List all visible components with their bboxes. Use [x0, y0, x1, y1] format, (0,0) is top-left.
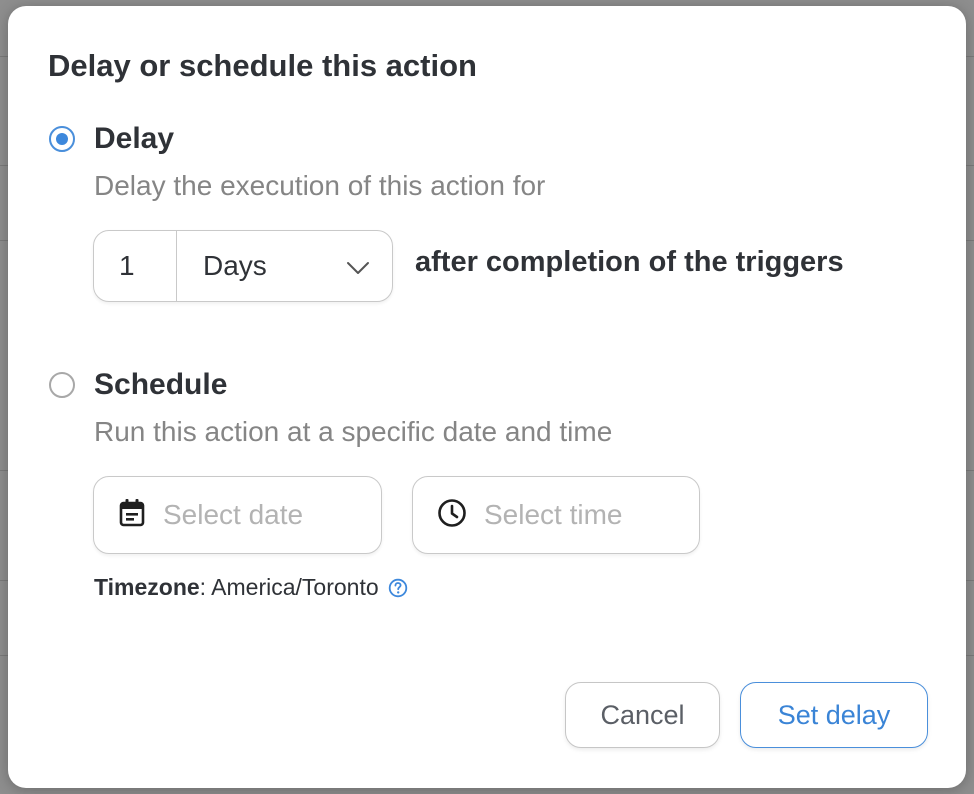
delay-option-label[interactable]: Delay — [94, 122, 174, 156]
timezone-value: : America/Toronto — [199, 574, 379, 600]
date-placeholder: Select date — [163, 499, 304, 530]
schedule-option-label[interactable]: Schedule — [94, 368, 227, 402]
delay-duration-group: 1 Days — [93, 230, 393, 302]
delay-radio[interactable] — [49, 126, 75, 152]
delay-suffix-text: after completion of the triggers — [415, 246, 844, 278]
time-placeholder: Select time — [484, 499, 623, 530]
delay-amount-input[interactable]: 1 — [94, 231, 177, 301]
date-picker-field[interactable]: Select date — [93, 476, 382, 554]
timezone-label: Timezone — [94, 574, 200, 600]
calendar-icon — [118, 498, 146, 533]
timezone-info: Timezone: America/Toronto — [94, 574, 408, 601]
cancel-button[interactable]: Cancel — [565, 682, 720, 748]
schedule-option-description: Run this action at a specific date and t… — [94, 416, 613, 447]
help-circle-icon[interactable] — [388, 578, 408, 598]
chevron-down-icon — [346, 250, 370, 282]
delay-option-description: Delay the execution of this action for — [94, 170, 546, 201]
time-picker-field[interactable]: Select time — [412, 476, 700, 554]
schedule-radio[interactable] — [49, 372, 75, 398]
delay-unit-select[interactable]: Days — [177, 231, 392, 301]
clock-icon — [437, 498, 467, 533]
set-delay-button[interactable]: Set delay — [740, 682, 928, 748]
delay-unit-value: Days — [203, 250, 267, 281]
delay-schedule-dialog: Delay or schedule this action Delay Dela… — [8, 6, 966, 788]
dialog-title: Delay or schedule this action — [48, 48, 477, 83]
